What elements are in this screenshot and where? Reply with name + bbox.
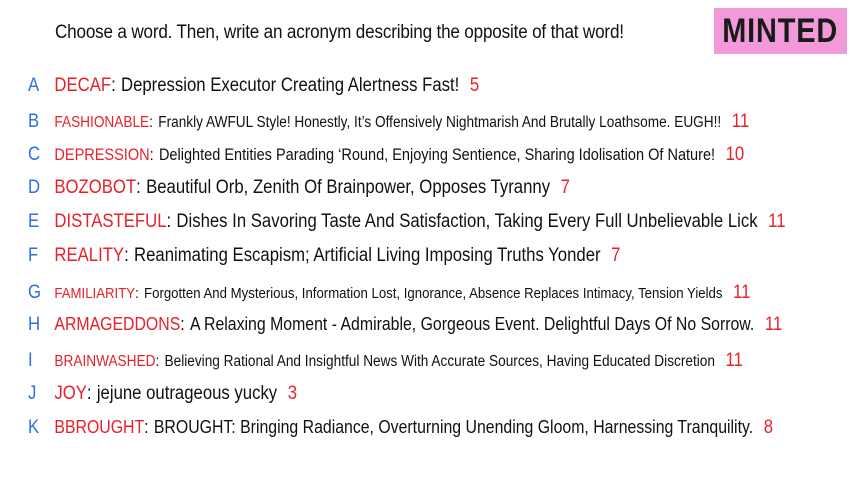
answer-row-g[interactable]: G FAMILIARITY: Forgotten And Mysterious,… bbox=[28, 282, 750, 304]
answer-score: 7 bbox=[611, 245, 621, 266]
answer-acronym: BROUGHT: Bringing Radiance, Overturning … bbox=[153, 417, 754, 437]
answer-letter: K bbox=[28, 417, 40, 438]
answer-score: 10 bbox=[725, 144, 745, 165]
answer-letter: I bbox=[28, 350, 33, 371]
answer-acronym: Beautiful Orb, Zenith Of Brainpower, Opp… bbox=[146, 177, 551, 198]
answer-word: ARMAGEDDONS bbox=[54, 314, 181, 334]
answer-acronym: Forgotten And Mysterious, Information Lo… bbox=[144, 285, 723, 302]
answer-letter: E bbox=[28, 211, 40, 232]
minted-logo: MINTED bbox=[714, 8, 847, 54]
answer-score: 11 bbox=[725, 350, 743, 371]
answer-letter: H bbox=[28, 314, 41, 335]
answer-word: BOZOBOT bbox=[54, 177, 137, 198]
answer-word: JOY bbox=[54, 383, 87, 404]
answer-word: DECAF bbox=[54, 75, 112, 96]
answer-letter: B bbox=[28, 111, 40, 132]
answer-row-d[interactable]: D BOZOBOT: Beautiful Orb, Zenith Of Brai… bbox=[28, 177, 570, 199]
answer-word: DISTASTEFUL bbox=[54, 211, 167, 232]
answer-acronym: Dishes In Savoring Taste And Satisfactio… bbox=[176, 211, 758, 232]
answer-letter: A bbox=[28, 75, 40, 96]
answer-score: 5 bbox=[469, 75, 480, 96]
answer-score: 11 bbox=[764, 314, 783, 335]
answer-row-k[interactable]: K BBROUGHT: BROUGHT: Bringing Radiance, … bbox=[28, 417, 773, 439]
logo-text: MINTED bbox=[722, 11, 839, 50]
answer-row-f[interactable]: F REALITY: Reanimating Escapism; Artific… bbox=[28, 245, 620, 267]
answer-score: 11 bbox=[733, 282, 751, 303]
answer-word: DEPRESSION bbox=[54, 146, 150, 164]
answer-word: BBROUGHT bbox=[54, 417, 145, 437]
answer-score: 3 bbox=[287, 383, 298, 404]
answer-row-i[interactable]: I BRAINWASHED: Believing Rational And In… bbox=[28, 350, 743, 372]
answer-word: REALITY bbox=[54, 245, 125, 266]
answer-acronym: Delighted Entities Parading ‘Round, Enjo… bbox=[158, 146, 716, 164]
answer-letter: F bbox=[28, 245, 39, 266]
answer-letter: C bbox=[28, 144, 41, 165]
answer-word: FASHIONABLE bbox=[54, 114, 150, 131]
answer-letter: J bbox=[28, 383, 37, 404]
answer-row-j[interactable]: J JOY: jejune outrageous yucky 3 bbox=[28, 383, 297, 405]
answer-score: 11 bbox=[768, 211, 786, 232]
answer-row-h[interactable]: H ARMAGEDDONS: A Relaxing Moment - Admir… bbox=[28, 314, 782, 336]
answer-acronym: Reanimating Escapism; Artificial Living … bbox=[134, 245, 601, 266]
answer-acronym: Believing Rational And Insightful News W… bbox=[164, 353, 715, 370]
answer-score: 7 bbox=[560, 177, 570, 198]
answer-score: 8 bbox=[763, 417, 774, 438]
answer-acronym: Depression Executor Creating Alertness F… bbox=[121, 75, 460, 96]
answer-row-c[interactable]: C DEPRESSION: Delighted Entities Paradin… bbox=[28, 144, 744, 166]
answer-acronym: jejune outrageous yucky bbox=[96, 383, 278, 404]
answer-acronym: A Relaxing Moment - Admirable, Gorgeous … bbox=[189, 314, 755, 334]
answer-score: 11 bbox=[731, 111, 750, 132]
answer-word: BRAINWASHED bbox=[54, 353, 156, 370]
answer-acronym: Frankly AWFUL Style! Honestly, It’s Offe… bbox=[158, 114, 722, 131]
answer-row-e[interactable]: E DISTASTEFUL: Dishes In Savoring Taste … bbox=[28, 211, 786, 233]
answer-row-a[interactable]: A DECAF: Depression Executor Creating Al… bbox=[28, 75, 479, 97]
answer-word: FAMILIARITY bbox=[54, 285, 136, 302]
answer-letter: D bbox=[28, 177, 41, 198]
game-prompt: Choose a word. Then, write an acronym de… bbox=[55, 22, 624, 43]
answer-row-b[interactable]: B FASHIONABLE: Frankly AWFUL Style! Hone… bbox=[28, 111, 749, 133]
answer-letter: G bbox=[28, 282, 42, 303]
